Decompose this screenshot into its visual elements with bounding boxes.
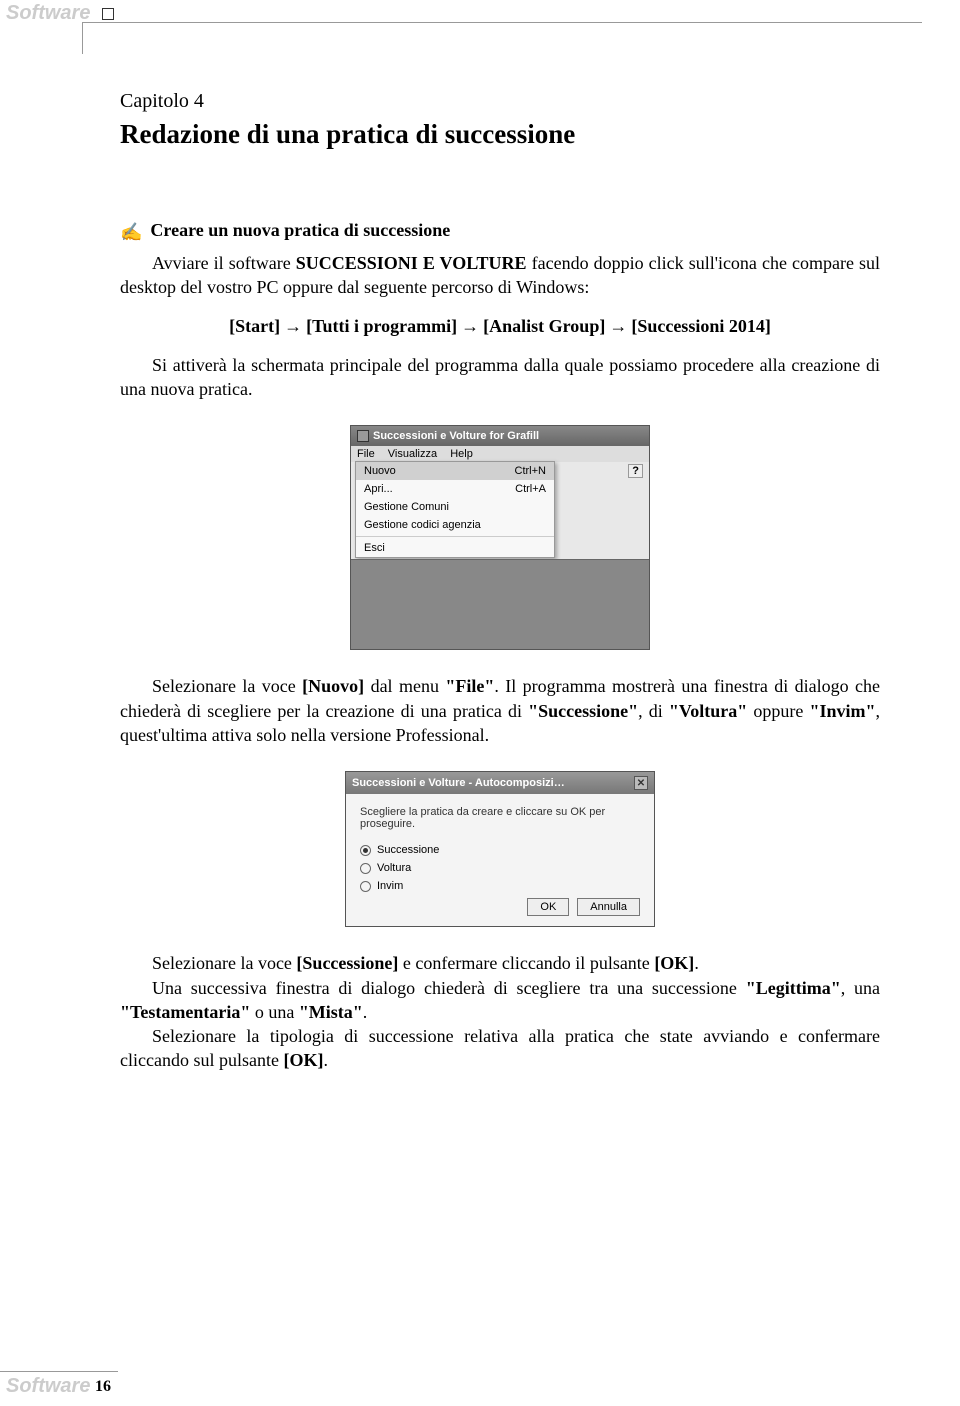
menu-item-shortcut: Ctrl+A: [515, 483, 546, 495]
text: Selezionare la voce: [152, 676, 302, 696]
menu-item-apri[interactable]: Apri... Ctrl+A: [356, 480, 554, 498]
radio-icon: [360, 881, 371, 892]
menu-help[interactable]: Help: [450, 448, 473, 460]
footer-tab: Software: [0, 1375, 96, 1398]
text: o una: [250, 1002, 299, 1022]
text-bold: [OK]: [283, 1050, 323, 1070]
page-number: 16: [95, 1378, 111, 1396]
menu-item-label: Gestione codici agenzia: [364, 519, 481, 531]
text: e confermare cliccando il pulsante: [398, 953, 654, 973]
text-bold: "Successione": [528, 701, 638, 721]
text: .: [363, 1002, 368, 1022]
header-vrule: [82, 22, 83, 54]
window-title: Successioni e Volture for Grafill: [373, 430, 539, 442]
radio-icon: [360, 845, 371, 856]
dialog-title: Successioni e Volture - Autocomposizi…: [352, 777, 565, 789]
radio-successione[interactable]: Successione: [360, 844, 640, 856]
help-icon[interactable]: ?: [628, 464, 643, 478]
text-bold: "Legittima": [746, 978, 841, 998]
text-bold: "Voltura": [669, 701, 747, 721]
page-title: Redazione di una pratica di successione: [120, 119, 880, 150]
paragraph-2: Si attiverà la schermata principale del …: [120, 353, 880, 402]
dialog-screenshot: Successioni e Volture - Autocomposizi… ✕…: [345, 771, 655, 927]
radio-voltura[interactable]: Voltura: [360, 862, 640, 874]
cancel-button[interactable]: Annulla: [577, 898, 640, 916]
radio-label: Invim: [377, 880, 403, 892]
ok-button[interactable]: OK: [527, 898, 569, 916]
paragraph-3: Selezionare la voce [Nuovo] dal menu "Fi…: [120, 674, 880, 747]
dialog-buttons: OK Annulla: [360, 898, 640, 916]
menu-item-label: Gestione Comuni: [364, 501, 449, 513]
paragraph-4: Selezionare la voce [Successione] e conf…: [120, 951, 880, 975]
radio-label: Voltura: [377, 862, 411, 874]
arrow-icon: →: [609, 316, 627, 337]
footer-tab-label: Software: [0, 1375, 96, 1398]
text: Si attiverà la schermata principale del …: [120, 355, 880, 399]
arrow-icon: →: [284, 316, 302, 337]
text: .: [694, 953, 699, 973]
text: oppure: [747, 701, 809, 721]
window-titlebar: Successioni e Volture for Grafill: [351, 426, 649, 446]
text: , di: [638, 701, 669, 721]
menu-item-gestione-codici[interactable]: Gestione codici agenzia: [356, 516, 554, 534]
menu-item-label: Apri...: [364, 483, 393, 495]
paragraph-1: Avviare il software SUCCESSIONI E VOLTUR…: [120, 251, 880, 300]
text-bold: [Nuovo]: [302, 676, 364, 696]
text: Avviare il software: [152, 253, 296, 273]
text-bold: SUCCESSIONI E VOLTURE: [296, 253, 527, 273]
arrow-icon: →: [461, 316, 479, 337]
close-icon[interactable]: ✕: [634, 776, 648, 790]
menu-file[interactable]: File: [357, 448, 375, 460]
paragraph-6: Selezionare la tipologia di successione …: [120, 1024, 880, 1073]
text: Una successiva finestra di dialogo chied…: [152, 978, 746, 998]
menu-visualizza[interactable]: Visualizza: [388, 448, 437, 460]
text-bold: [Successione]: [296, 953, 398, 973]
text-bold: "Testamentaria": [120, 1002, 250, 1022]
path-seg: [Tutti i programmi]: [306, 316, 457, 336]
text: , una: [841, 978, 880, 998]
path-seg: [Analist Group]: [483, 316, 605, 336]
text: Selezionare la voce: [152, 953, 296, 973]
footer-rule: [0, 1371, 118, 1372]
text: dal menu: [364, 676, 445, 696]
menu-item-gestione-comuni[interactable]: Gestione Comuni: [356, 498, 554, 516]
radio-icon: [360, 863, 371, 874]
menu-item-nuovo[interactable]: Nuovo Ctrl+N: [356, 462, 554, 480]
menu-item-label: Nuovo: [364, 465, 396, 477]
path-seg: [Successioni 2014]: [631, 316, 771, 336]
file-menu-dropdown: Nuovo Ctrl+N Apri... Ctrl+A Gestione Comun…: [355, 461, 555, 558]
header-rule: [82, 22, 922, 23]
section-heading: ✍ Creare un nuova pratica di successione: [120, 220, 880, 245]
text-bold: "Invim": [810, 701, 876, 721]
path-line: [Start]→[Tutti i programmi]→[Analist Gro…: [120, 316, 880, 337]
text-bold: [OK]: [654, 953, 694, 973]
page-content: Capitolo 4 Redazione di una pratica di s…: [120, 90, 880, 1073]
radio-invim[interactable]: Invim: [360, 880, 640, 892]
text: Selezionare la tipologia di successione …: [120, 1026, 880, 1070]
menubar: File Visualizza Help: [351, 446, 649, 462]
dialog-body: Scegliere la pratica da creare e cliccar…: [346, 794, 654, 926]
path-seg: [Start]: [229, 316, 280, 336]
paragraph-5: Una successiva finestra di dialogo chied…: [120, 976, 880, 1025]
menu-item-label: Esci: [364, 542, 385, 554]
pointer-icon: ✍: [120, 220, 142, 245]
window-body: [351, 559, 649, 649]
menu-separator: [356, 536, 554, 537]
chapter-label: Capitolo 4: [120, 90, 880, 113]
app-window-screenshot: Successioni e Volture for Grafill File V…: [350, 425, 650, 650]
section-title: Creare un nuova pratica di successione: [150, 220, 450, 241]
dialog-message: Scegliere la pratica da creare e cliccar…: [360, 806, 640, 830]
menu-item-shortcut: Ctrl+N: [515, 465, 546, 477]
radio-label: Successione: [377, 844, 439, 856]
app-icon: [357, 430, 369, 442]
text: .: [323, 1050, 328, 1070]
text-bold: "File": [445, 676, 494, 696]
dialog-titlebar: Successioni e Volture - Autocomposizi… ✕: [346, 772, 654, 794]
menu-item-esci[interactable]: Esci: [356, 539, 554, 557]
text-bold: "Mista": [299, 1002, 363, 1022]
header-box-icon: [102, 8, 114, 20]
